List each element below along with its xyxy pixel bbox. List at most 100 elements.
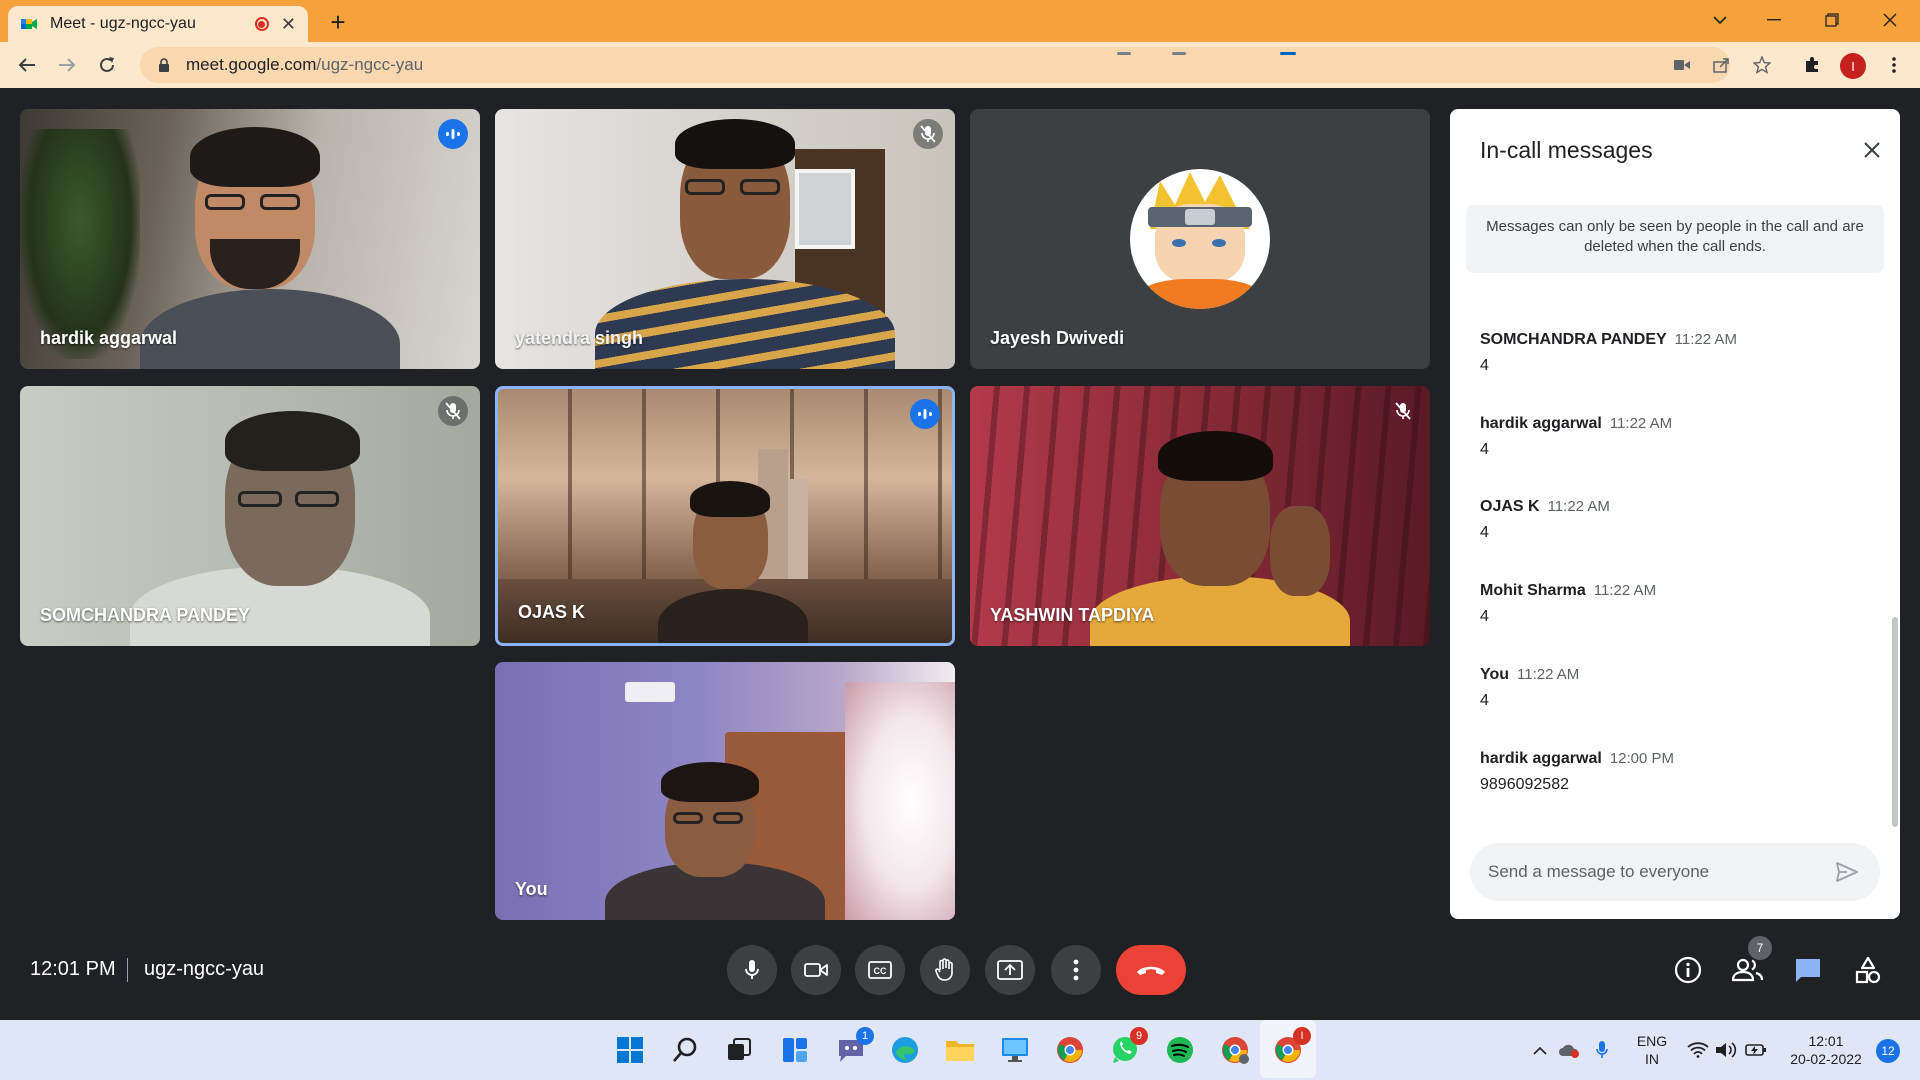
new-tab-button[interactable]: + — [322, 6, 354, 38]
restore-button[interactable] — [1812, 4, 1852, 36]
message-time: 12:00 PM — [1609, 750, 1675, 767]
teams-chat-button[interactable]: 1 — [834, 1027, 874, 1067]
message-time: 11:22 AM — [1609, 415, 1673, 432]
task-view-button[interactable] — [722, 1033, 756, 1067]
bookmark-star-icon[interactable] — [1748, 51, 1776, 79]
send-icon — [1836, 862, 1858, 882]
chrome-active-button[interactable]: I — [1271, 1027, 1311, 1067]
forward-button[interactable] — [51, 49, 83, 81]
profile-avatar[interactable]: I — [1840, 53, 1866, 79]
region-code: IN — [1645, 1051, 1659, 1067]
task-view-icon — [728, 1038, 751, 1060]
onedrive-icon[interactable] — [1557, 1038, 1581, 1062]
participant-tile[interactable]: OJAS K — [495, 386, 955, 646]
extensions-puzzle-icon[interactable] — [1798, 51, 1826, 79]
message-text: 4 — [1480, 608, 1489, 625]
volume-icon[interactable] — [1714, 1038, 1738, 1062]
input-language-indicator[interactable]: ENG IN — [1630, 1032, 1674, 1068]
raise-hand-button[interactable] — [920, 945, 970, 995]
chrome-profile-icon — [1222, 1037, 1249, 1064]
participant-count-badge: 7 — [1748, 936, 1772, 960]
chat-message: Mohit Sharma 11:22 AM 4 — [1480, 582, 1656, 626]
battery-charging-icon[interactable] — [1744, 1038, 1768, 1062]
google-meet-favicon-icon — [21, 19, 37, 29]
participant-name: SOMCHANDRA PANDEY — [40, 605, 251, 625]
system-clock[interactable]: 12:01 20-02-2022 — [1782, 1032, 1870, 1068]
file-explorer-button[interactable] — [943, 1033, 977, 1067]
chrome-button[interactable] — [1053, 1033, 1087, 1067]
participant-tile[interactable]: Jayesh Dwivedi — [970, 109, 1430, 369]
people-icon — [1732, 958, 1764, 982]
chrome-profile-button[interactable] — [1218, 1033, 1252, 1067]
close-window-button[interactable] — [1870, 4, 1910, 36]
chat-message-input[interactable] — [1488, 862, 1828, 882]
tab-close-icon[interactable]: ✕ — [281, 14, 296, 35]
address-bar[interactable]: meet.google.com/ugz-ngcc-yau — [140, 47, 1730, 83]
edge-button[interactable] — [888, 1033, 922, 1067]
wifi-icon[interactable] — [1686, 1038, 1710, 1062]
search-icon — [673, 1037, 697, 1062]
captions-button[interactable]: CC — [855, 945, 905, 995]
start-button[interactable] — [613, 1033, 647, 1067]
running-indicator — [1172, 52, 1186, 55]
chat-privacy-notice: Messages can only be seen by people in t… — [1466, 205, 1884, 273]
remote-desktop-button[interactable] — [998, 1033, 1032, 1067]
chat-with-everyone-button[interactable] — [1788, 950, 1828, 990]
notification-count-badge[interactable]: 12 — [1876, 1039, 1900, 1063]
participant-name: OJAS K — [518, 602, 586, 622]
participant-tile[interactable]: yatendra singh — [495, 109, 955, 369]
leave-call-button[interactable] — [1116, 945, 1186, 995]
activities-button[interactable] — [1848, 950, 1888, 990]
participant-name: hardik aggarwal — [40, 328, 178, 348]
spotify-button[interactable] — [1163, 1033, 1197, 1067]
search-button[interactable] — [668, 1033, 702, 1067]
more-options-button[interactable] — [1051, 945, 1101, 995]
show-hidden-icons-chevron-icon[interactable] — [1528, 1038, 1552, 1062]
mic-off-icon — [438, 396, 468, 426]
participant-tile-self[interactable]: You — [495, 662, 955, 920]
camera-in-use-icon[interactable] — [1668, 51, 1696, 79]
message-sender: Mohit Sharma — [1480, 582, 1586, 599]
participant-name: YASHWIN TAPDIYA — [990, 605, 1155, 625]
tab-search-chevron-icon[interactable] — [1700, 4, 1740, 36]
folder-icon — [946, 1041, 974, 1061]
clock-time: 12:01 — [1808, 1033, 1844, 1049]
more-vert-icon — [1073, 959, 1079, 981]
microphone-in-use-icon[interactable] — [1590, 1038, 1614, 1062]
send-message-button[interactable] — [1832, 857, 1862, 887]
back-button[interactable] — [11, 49, 43, 81]
whatsapp-button[interactable]: 9 — [1108, 1027, 1148, 1067]
participant-name: yatendra singh — [515, 328, 644, 348]
running-indicator — [1117, 52, 1131, 55]
url-path: /ugz-ngcc-yau — [316, 55, 424, 74]
share-icon[interactable] — [1708, 51, 1736, 79]
browser-tab-meet[interactable]: Meet - ugz-ngcc-yau ✕ — [8, 6, 308, 42]
spotify-icon — [1167, 1037, 1193, 1063]
widgets-icon — [783, 1038, 807, 1062]
chat-message: SOMCHANDRA PANDEY 11:22 AM 4 — [1480, 331, 1737, 375]
url-host: meet.google.com — [186, 55, 317, 74]
message-sender: hardik aggarwal — [1480, 415, 1602, 432]
close-icon — [1864, 142, 1880, 158]
meeting-details-button[interactable] — [1668, 950, 1708, 990]
minimize-button[interactable] — [1754, 4, 1794, 36]
participant-tile[interactable]: SOMCHANDRA PANDEY — [20, 386, 480, 646]
recording-indicator-icon — [254, 17, 269, 31]
participant-tile[interactable]: hardik aggarwal — [20, 109, 480, 369]
chat-scrollbar[interactable] — [1892, 617, 1898, 827]
participant-tile[interactable]: YASHWIN TAPDIYA — [970, 386, 1430, 646]
info-icon — [1674, 956, 1702, 984]
chat-message: hardik aggarwal 12:00 PM 9896092582 — [1480, 750, 1674, 794]
present-screen-button[interactable] — [985, 945, 1035, 995]
camera-button[interactable] — [791, 945, 841, 995]
widgets-button[interactable] — [778, 1033, 812, 1067]
meeting-code[interactable]: ugz-ngcc-yau — [144, 958, 264, 981]
hang-up-phone-icon — [1137, 966, 1165, 975]
microphone-button[interactable] — [727, 945, 777, 995]
close-chat-button[interactable] — [1858, 136, 1886, 164]
message-time: 11:22 AM — [1547, 498, 1610, 515]
message-sender: SOMCHANDRA PANDEY — [1480, 331, 1667, 348]
browser-menu-icon[interactable] — [1880, 51, 1908, 79]
participant-name: You — [515, 879, 548, 899]
reload-button[interactable] — [91, 49, 123, 81]
